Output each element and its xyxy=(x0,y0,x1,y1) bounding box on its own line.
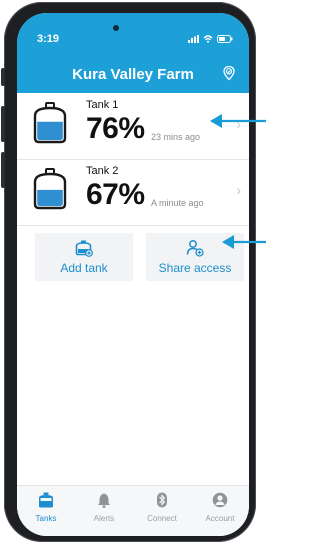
camera-dot xyxy=(113,25,119,31)
add-tank-button[interactable]: Add tank xyxy=(35,233,133,281)
water-tank-icon xyxy=(33,168,67,210)
tank-card-2[interactable]: Tank 2 67% A minute ago › xyxy=(17,160,249,226)
tab-alerts[interactable]: Alerts xyxy=(75,492,133,532)
system-icons xyxy=(187,33,233,43)
tab-label: Tanks xyxy=(35,514,57,523)
volume-up-button xyxy=(1,106,5,142)
water-tank-icon xyxy=(33,102,67,144)
account-icon xyxy=(212,492,228,508)
tank-updated-time: A minute ago xyxy=(151,198,204,208)
phone-frame: 3:19 Kura Valley Farm Tank 1 76% 23 mins… xyxy=(1,2,256,542)
farm-title: Kura Valley Farm xyxy=(72,66,194,83)
tank-name: Tank 2 xyxy=(86,165,119,177)
battery-icon xyxy=(217,34,233,43)
share-access-label: Share access xyxy=(158,261,232,275)
tab-label: Alerts xyxy=(93,514,115,523)
location-pin-icon[interactable] xyxy=(221,65,237,81)
status-time: 3:19 xyxy=(37,33,60,45)
signal-icon xyxy=(187,34,199,43)
add-tank-icon xyxy=(75,240,93,257)
app-header: Kura Valley Farm xyxy=(17,53,249,93)
callout-arrow-share xyxy=(222,235,266,249)
mute-switch xyxy=(1,68,5,86)
tank-water-level xyxy=(37,121,63,140)
chevron-right-icon: › xyxy=(236,182,241,198)
tab-tanks[interactable]: Tanks xyxy=(17,492,75,532)
tank-level-percent: 76% xyxy=(86,112,145,145)
tab-connect[interactable]: Connect xyxy=(133,492,191,532)
app-screen: 3:19 Kura Valley Farm Tank 1 76% 23 mins… xyxy=(17,13,249,536)
bottom-tab-bar: Tanks Alerts Connect Account xyxy=(17,485,249,536)
tab-label: Account xyxy=(205,514,235,523)
bell-icon xyxy=(98,493,110,508)
tank-updated-time: 23 mins ago xyxy=(151,132,201,142)
tank-tab-icon xyxy=(39,492,53,508)
tab-label: Connect xyxy=(147,514,177,523)
callout-arrow-tank xyxy=(210,114,266,128)
wifi-icon xyxy=(203,34,213,43)
add-tank-label: Add tank xyxy=(60,261,108,275)
status-bar: 3:19 xyxy=(17,13,249,53)
tab-account[interactable]: Account xyxy=(191,492,249,532)
volume-down-button xyxy=(1,152,5,188)
share-access-icon xyxy=(186,240,204,257)
tank-water-level xyxy=(37,189,63,206)
bluetooth-icon xyxy=(157,492,167,508)
tank-name: Tank 1 xyxy=(86,99,119,111)
tank-level-percent: 67% xyxy=(86,178,145,211)
